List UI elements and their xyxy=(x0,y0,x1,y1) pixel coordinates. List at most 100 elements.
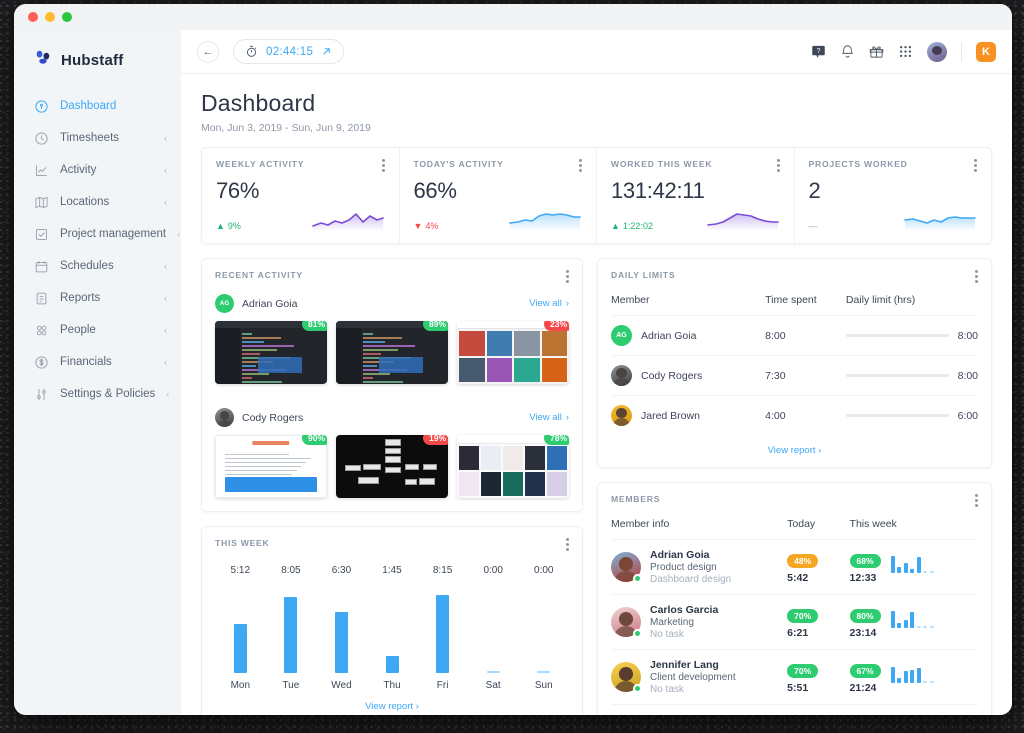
checkbox-icon xyxy=(34,227,49,242)
table-row[interactable]: Jared Brown4:006:00 xyxy=(611,396,978,436)
sidebar-item-settings-policies[interactable]: Settings & Policies‹ xyxy=(14,378,181,410)
members-header: Member infoTodayThis week xyxy=(611,509,978,540)
this-week-menu-button[interactable] xyxy=(566,538,569,551)
chart-bar xyxy=(436,595,449,673)
kpi-menu-button[interactable] xyxy=(974,159,977,172)
page-title: Dashboard xyxy=(201,90,992,117)
sidebar-item-timesheets[interactable]: Timesheets‹ xyxy=(14,122,181,154)
avatar xyxy=(611,662,641,692)
chart-category-label: Tue xyxy=(266,680,317,691)
avatar xyxy=(611,607,641,637)
table-row[interactable]: AGAdrian Goia8:008:00 xyxy=(611,316,978,356)
members-menu-button[interactable] xyxy=(975,494,978,507)
recent-activity-person: AG Adrian Goia View all › 81% 89% 23% xyxy=(202,283,582,397)
today-percent-badge: 48% xyxy=(787,554,818,568)
hubstaff-logo-icon xyxy=(34,48,53,72)
daily-limit-value: 6:00 xyxy=(958,410,978,422)
this-week-view-report-link[interactable]: View report › xyxy=(202,691,582,715)
kpi-menu-button[interactable] xyxy=(382,159,385,172)
sidebar-item-project-management[interactable]: Project management‹ xyxy=(14,218,181,250)
chart-bar-column: 8:15 xyxy=(417,565,468,673)
column-header: Member xyxy=(611,285,765,316)
table-row[interactable]: Adrian GoiaProduct designDashboard desig… xyxy=(611,540,978,595)
kpi-title: WEEKLY ACTIVITY xyxy=(216,159,304,169)
table-row[interactable]: Cody RogersProduct designNew onboarding … xyxy=(611,705,978,716)
column-header: Time spent xyxy=(765,285,846,316)
window-close-button[interactable] xyxy=(28,12,38,22)
limit-progress-bar xyxy=(846,374,949,377)
window-minimize-button[interactable] xyxy=(45,12,55,22)
member-task: Dashboard design xyxy=(650,574,731,585)
document-icon xyxy=(34,291,49,306)
week-sparkline xyxy=(891,664,934,683)
limit-progress-bar xyxy=(846,414,949,417)
chevron-left-icon: ‹ xyxy=(164,133,167,143)
activity-percent-badge: 89% xyxy=(423,321,448,331)
arrow-up-right-icon[interactable] xyxy=(321,46,332,57)
sidebar-item-schedules[interactable]: Schedules‹ xyxy=(14,250,181,282)
sidebar-item-dashboard[interactable]: Dashboard xyxy=(14,90,181,122)
limit-progress-bar xyxy=(846,334,949,337)
timer-widget[interactable]: 02:44:15 xyxy=(233,39,344,64)
view-all-link[interactable]: View all › xyxy=(529,412,569,423)
activity-screenshot[interactable]: 81% xyxy=(215,321,327,384)
bell-icon[interactable] xyxy=(840,44,855,59)
sidebar-item-activity[interactable]: Activity‹ xyxy=(14,154,181,186)
topbar-actions: ? xyxy=(811,42,996,62)
activity-screenshot[interactable]: 89% xyxy=(336,321,448,384)
avatar-initials: AG xyxy=(215,294,234,313)
gift-icon[interactable] xyxy=(869,44,884,59)
today-time: 5:51 xyxy=(787,682,849,694)
activity-person-name: Adrian Goia xyxy=(242,298,297,310)
account-badge[interactable]: K xyxy=(976,42,996,62)
member-role: Client development xyxy=(650,672,736,683)
kpi-card-worked-this-week: WORKED THIS WEEK131:42:11▲1:22:02 xyxy=(596,148,794,243)
column-header: This week xyxy=(850,509,978,540)
status-indicator xyxy=(633,684,642,693)
table-row[interactable]: Cody Rogers7:308:00 xyxy=(611,356,978,396)
view-all-link[interactable]: View all › xyxy=(529,298,569,309)
sidebar-item-label: Activity xyxy=(60,164,153,176)
members-card: MEMBERS Member infoTodayThis week Adrian… xyxy=(597,482,992,715)
trend-up-icon: ▲ xyxy=(611,221,620,231)
brand[interactable]: Hubstaff xyxy=(14,36,181,90)
app-window: Hubstaff DashboardTimesheets‹Activity‹Lo… xyxy=(14,4,1012,715)
activity-screenshot[interactable]: 90% xyxy=(215,435,327,498)
chart-bar-column: 1:45 xyxy=(367,565,418,673)
main-area: ← 02:44:15 xyxy=(181,30,1012,715)
sidebar-item-people[interactable]: People‹ xyxy=(14,314,181,346)
chevron-right-icon: › xyxy=(416,701,419,712)
sidebar-item-financials[interactable]: Financials‹ xyxy=(14,346,181,378)
kpi-menu-button[interactable] xyxy=(777,159,780,172)
members-body: Adrian GoiaProduct designDashboard desig… xyxy=(611,540,978,716)
chevron-left-icon: ‹ xyxy=(166,389,169,399)
sidebar-item-reports[interactable]: Reports‹ xyxy=(14,282,181,314)
kpi-sparkline xyxy=(706,209,780,231)
daily-limits-view-report-link[interactable]: View report › xyxy=(598,435,991,467)
help-icon[interactable]: ? xyxy=(811,44,826,59)
kpi-value: 2 xyxy=(809,178,978,204)
daily-limits-menu-button[interactable] xyxy=(975,270,978,283)
table-row[interactable]: Jennifer LangClient developmentNo task70… xyxy=(611,650,978,705)
activity-screenshot[interactable]: 78% xyxy=(457,435,569,498)
table-row[interactable]: Carlos GarciaMarketingNo task70%6:2180%2… xyxy=(611,595,978,650)
apps-grid-icon[interactable] xyxy=(898,44,913,59)
kpi-cards: WEEKLY ACTIVITY76%▲9%TODAY'S ACTIVITY66%… xyxy=(201,147,992,244)
activity-screenshot[interactable]: 23% xyxy=(457,321,569,384)
back-button[interactable]: ← xyxy=(197,41,219,63)
window-maximize-button[interactable] xyxy=(62,12,72,22)
gauge-icon xyxy=(34,99,49,114)
kpi-menu-button[interactable] xyxy=(579,159,582,172)
daily-limits-header: MemberTime spentDaily limit (hrs) xyxy=(611,285,978,316)
activity-percent-badge: 23% xyxy=(544,321,569,331)
chart-bar xyxy=(386,656,399,673)
recent-activity-person: Cody RogersView all ›90%19%78% xyxy=(202,397,582,511)
recent-activity-title: RECENT ACTIVITY xyxy=(215,270,303,280)
user-avatar[interactable] xyxy=(927,42,947,62)
chart-bar-column: 6:30 xyxy=(316,565,367,673)
time-spent: 8:00 xyxy=(765,316,846,356)
recent-activity-menu-button[interactable] xyxy=(566,270,569,283)
sidebar-item-locations[interactable]: Locations‹ xyxy=(14,186,181,218)
activity-screenshot[interactable]: 19% xyxy=(336,435,448,498)
chart-bar xyxy=(284,597,297,673)
